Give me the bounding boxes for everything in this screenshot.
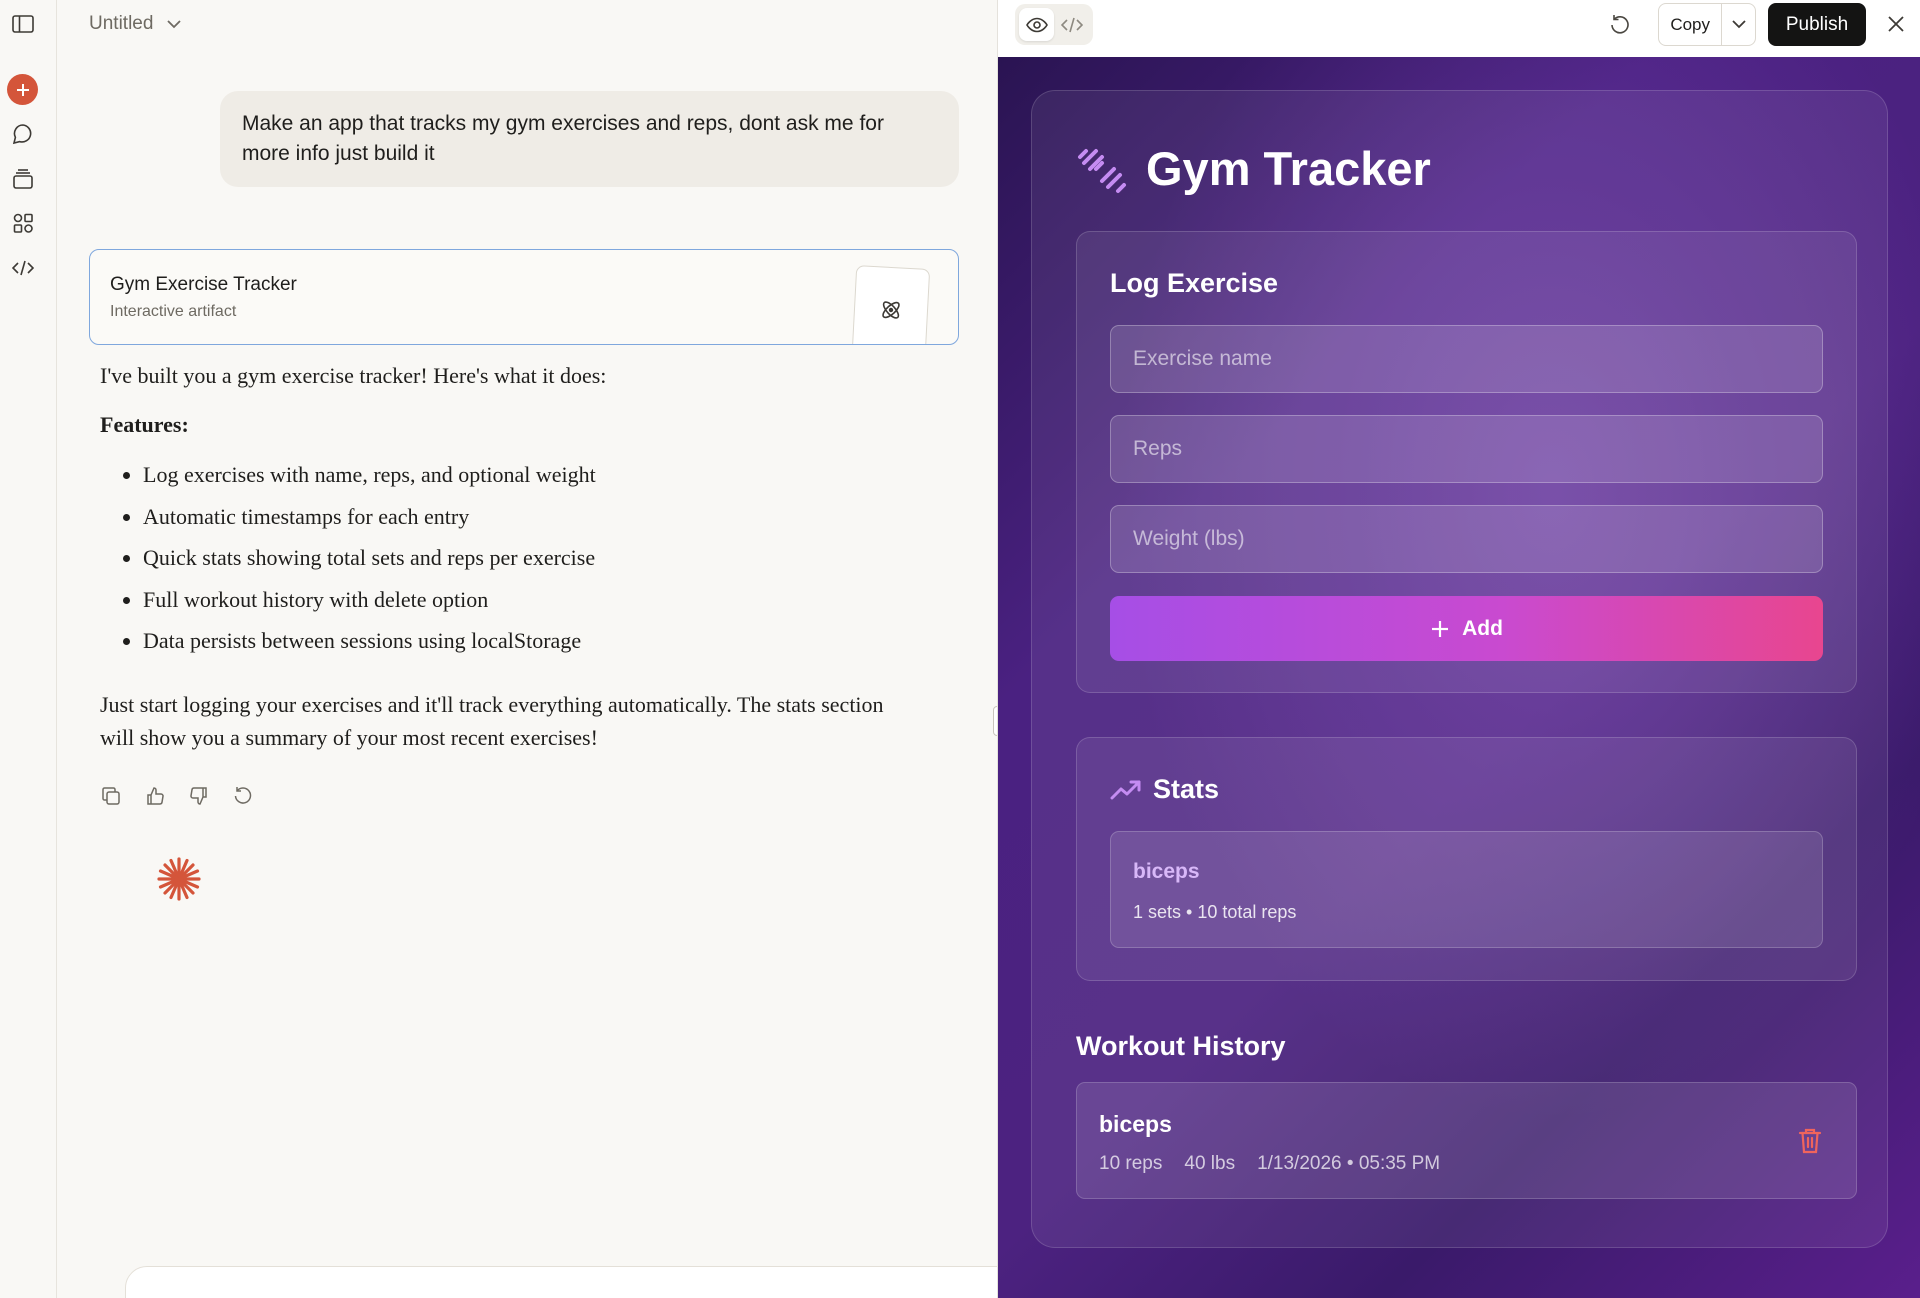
thumbs-down-icon[interactable] (187, 784, 210, 807)
features-heading: Features: (100, 412, 189, 437)
refresh-icon[interactable] (1605, 10, 1635, 40)
list-item: Data persists between sessions using loc… (143, 620, 920, 662)
weight-field (1110, 505, 1823, 573)
artifact-thumbnail (851, 265, 931, 344)
exercise-name-field (1110, 325, 1823, 393)
copy-icon[interactable] (99, 784, 122, 807)
artifacts-icon[interactable] (11, 211, 35, 235)
reps-input[interactable] (1111, 416, 1822, 482)
view-toggle (1015, 4, 1093, 45)
publish-button[interactable]: Publish (1768, 3, 1866, 46)
projects-icon[interactable] (11, 167, 35, 191)
chat-title-menu[interactable]: Untitled (89, 13, 182, 35)
add-exercise-button[interactable]: Add (1110, 596, 1823, 661)
retry-icon[interactable] (231, 784, 254, 807)
weight-input[interactable] (1111, 506, 1822, 572)
copy-options-dropdown[interactable] (1722, 4, 1755, 45)
stat-item: biceps 1 sets • 10 total reps (1110, 831, 1823, 948)
gym-tracker-app: Gym Tracker Log Exercise Add (1031, 90, 1888, 1248)
workout-history-heading: Workout History (1076, 1031, 1286, 1061)
code-view-icon[interactable] (1054, 8, 1089, 41)
thumbs-up-icon[interactable] (143, 784, 166, 807)
history-row: biceps 10 reps 40 lbs 1/13/2026 • 05:35 … (1076, 1082, 1857, 1199)
claude-spark-icon (156, 856, 202, 907)
add-button-label: Add (1462, 616, 1503, 640)
list-item: Full workout history with delete option (143, 579, 920, 621)
log-exercise-panel: Log Exercise Add (1076, 231, 1857, 693)
copy-button-group: Copy (1658, 3, 1756, 46)
list-item: Log exercises with name, reps, and optio… (143, 454, 920, 496)
copy-button[interactable]: Copy (1659, 4, 1723, 45)
list-item: Quick stats showing total sets and reps … (143, 537, 920, 579)
artifact-card-subtitle: Interactive artifact (110, 303, 237, 320)
reply-outro: Just start logging your exercises and it… (100, 691, 884, 750)
artifact-card[interactable]: Gym Exercise Tracker Interactive artifac… (89, 249, 959, 345)
list-item: Automatic timestamps for each entry (143, 496, 920, 538)
log-exercise-heading: Log Exercise (1110, 268, 1279, 298)
artifact-toolbar: Copy Publish (998, 0, 1920, 57)
stats-heading: Stats (1153, 774, 1220, 804)
message-composer[interactable] (125, 1266, 1040, 1298)
chevron-down-icon (167, 19, 182, 28)
trending-up-icon (1110, 780, 1141, 799)
plus-icon (16, 83, 29, 96)
features-list: Log exercises with name, reps, and optio… (143, 454, 920, 662)
sidebar-toggle-icon[interactable] (11, 12, 35, 36)
dumbbell-icon (1078, 148, 1126, 193)
message-actions (99, 784, 254, 807)
history-meta: 10 reps 40 lbs 1/13/2026 • 05:35 PM (1099, 1153, 1440, 1175)
history-exercise-name: biceps (1099, 1111, 1172, 1137)
stats-header: Stats (1110, 774, 1219, 805)
history-reps: 10 reps (1099, 1153, 1163, 1174)
user-message: Make an app that tracks my gym exercises… (220, 91, 959, 187)
icon-rail (0, 0, 57, 1298)
plus-icon (1432, 620, 1449, 637)
chevron-down-icon (1732, 20, 1746, 29)
reply-intro: I've built you a gym exercise tracker! H… (100, 363, 607, 388)
preview-eye-icon[interactable] (1019, 8, 1054, 41)
trash-icon[interactable] (1796, 1125, 1824, 1157)
app-header: Gym Tracker (1076, 141, 1431, 196)
react-atom-icon (882, 301, 900, 319)
stat-exercise-name: biceps (1133, 860, 1200, 883)
chat-panel: Untitled Make an app that tracks my gym … (57, 0, 1040, 1298)
assistant-reply: I've built you a gym exercise tracker! H… (100, 360, 920, 754)
stat-summary: 1 sets • 10 total reps (1133, 902, 1297, 922)
stats-panel: Stats biceps 1 sets • 10 total reps (1076, 737, 1857, 981)
new-chat-button[interactable] (7, 74, 38, 105)
app-title: Gym Tracker (1146, 142, 1431, 195)
code-icon[interactable] (11, 256, 35, 280)
artifact-preview: Gym Tracker Log Exercise Add (998, 57, 1920, 1298)
artifact-card-title: Gym Exercise Tracker (110, 274, 297, 295)
history-timestamp: 1/13/2026 • 05:35 PM (1257, 1153, 1441, 1174)
reps-field (1110, 415, 1823, 483)
chat-title: Untitled (89, 13, 154, 34)
artifact-panel: Copy Publish Gym Tracker Log Exercise Ex… (997, 0, 1920, 1298)
chats-icon[interactable] (11, 122, 35, 146)
history-weight: 40 lbs (1184, 1153, 1236, 1174)
close-icon[interactable] (1882, 10, 1910, 38)
exercise-name-input[interactable] (1111, 326, 1822, 392)
